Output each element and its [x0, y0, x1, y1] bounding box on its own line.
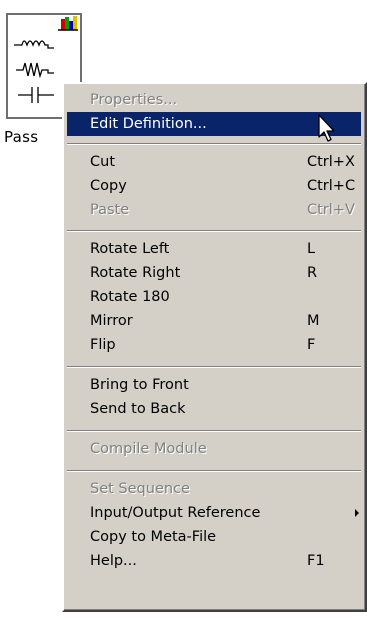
resistor-symbol	[16, 62, 54, 79]
menu-item-send-to-back[interactable]: Send to Back	[67, 397, 361, 421]
menu-separator	[67, 430, 361, 432]
inductor-symbol	[14, 40, 54, 49]
menu-item-properties[interactable]: Properties...	[67, 88, 361, 112]
menu-separator	[67, 366, 361, 368]
screen: Pass Properties... Edit Definition... Cu…	[0, 0, 367, 618]
block-label: Pass	[4, 128, 39, 146]
menu-item-flip[interactable]: Flip F	[67, 333, 361, 357]
bar-chart-icon	[58, 16, 78, 31]
menu-item-edit-definition[interactable]: Edit Definition...	[67, 112, 361, 136]
menu-item-input-output-reference[interactable]: Input/Output Reference	[67, 501, 361, 525]
menu-separator	[67, 470, 361, 472]
menu-item-compile-module[interactable]: Compile Module	[67, 437, 361, 461]
menu-item-cut[interactable]: Cut Ctrl+X	[67, 150, 361, 174]
menu-item-rotate-right[interactable]: Rotate Right R	[67, 261, 361, 285]
mouse-pointer-icon	[318, 114, 335, 142]
menu-separator	[67, 230, 361, 232]
menu-item-help[interactable]: Help... F1	[67, 549, 361, 573]
menu-item-rotate-180[interactable]: Rotate 180	[67, 285, 361, 309]
context-menu: Properties... Edit Definition... Cut Ctr…	[62, 82, 367, 612]
menu-item-rotate-left[interactable]: Rotate Left L	[67, 237, 361, 261]
submenu-arrow-icon	[355, 509, 359, 517]
menu-item-set-sequence[interactable]: Set Sequence	[67, 477, 361, 501]
menu-item-paste[interactable]: Paste Ctrl+V	[67, 198, 361, 222]
menu-item-copy-to-meta-file[interactable]: Copy to Meta-File	[67, 525, 361, 549]
menu-item-mirror[interactable]: Mirror M	[67, 309, 361, 333]
menu-item-bring-to-front[interactable]: Bring to Front	[67, 373, 361, 397]
menu-item-copy[interactable]: Copy Ctrl+C	[67, 174, 361, 198]
menu-separator	[67, 143, 361, 145]
capacitor-symbol	[18, 87, 54, 103]
